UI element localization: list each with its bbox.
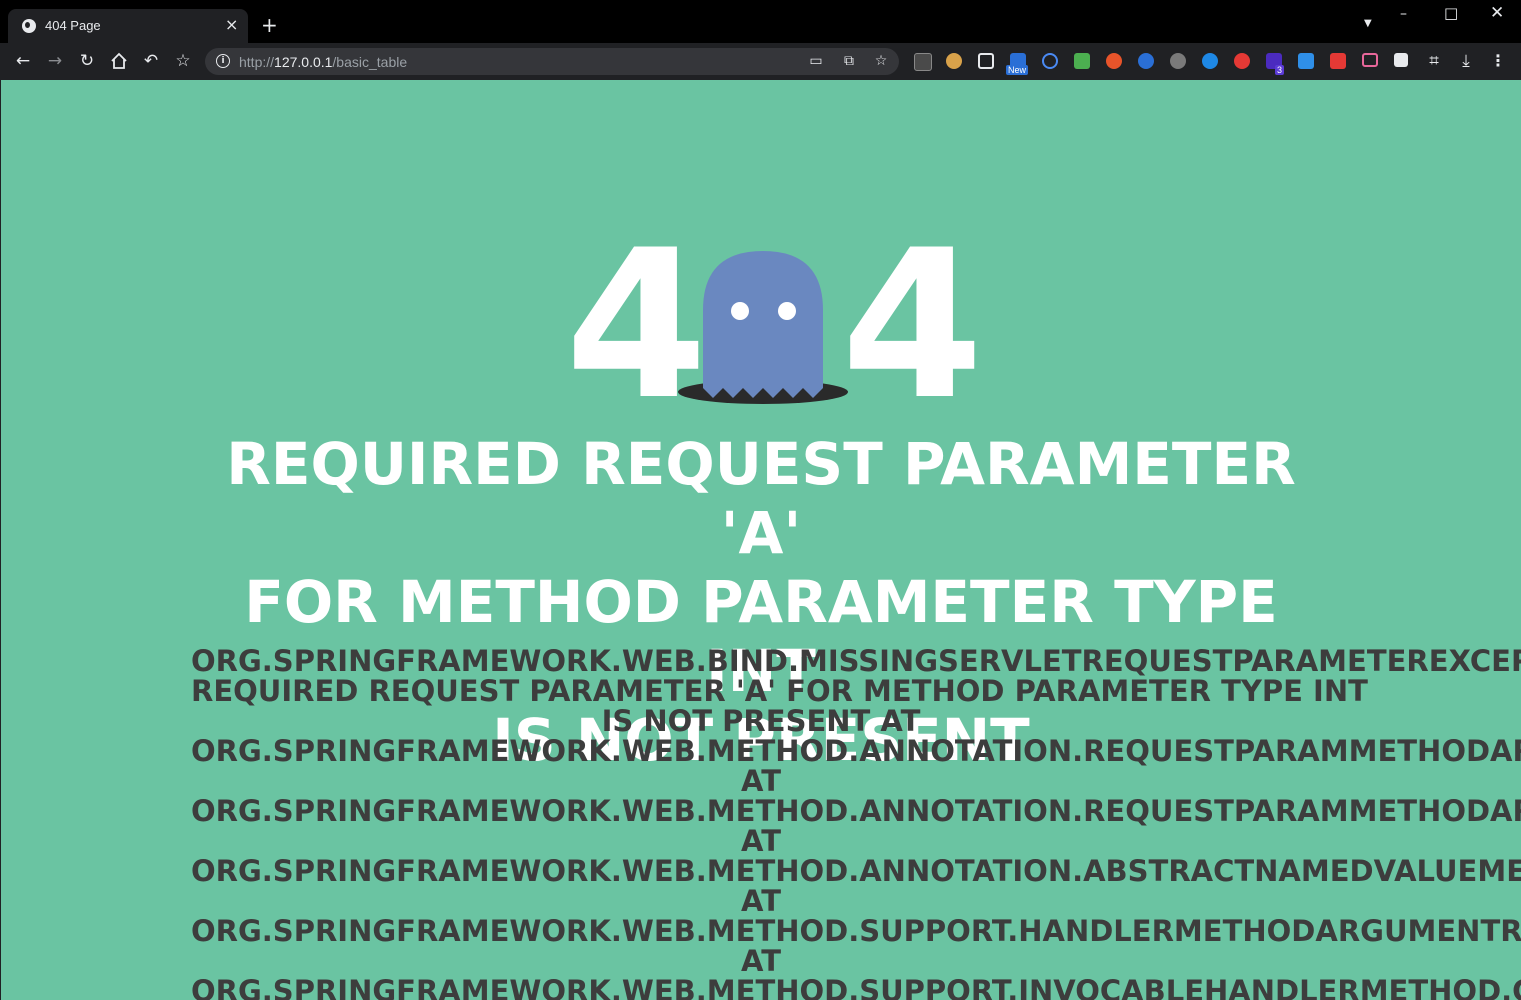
address-bar[interactable]: i http://127.0.0.1/basic_table ▭ ⧉ ☆ [205,48,899,75]
extension-tiles-icon[interactable] [1394,53,1408,67]
tab-title: 404 Page [45,18,101,33]
extension-download-icon[interactable] [1138,53,1154,69]
stack-trace-line: org.springframework.web.method.annotatio… [191,794,1521,828]
stack-trace-line: at [741,944,781,978]
extension-history-icon[interactable] [1202,53,1218,69]
stack-trace: org.springframework.web.bind.MissingServ… [191,644,1521,1000]
ghost-eye-right [778,302,796,320]
stack-trace-line: Required request parameter 'a' for metho… [191,674,1368,708]
stack-trace-line: at [741,764,781,798]
tab-close-icon[interactable]: × [225,16,238,34]
error-heading-line: Required request parameter 'a' [226,430,1296,567]
close-window-icon[interactable]: ✕ [1490,5,1504,22]
extension-grid-icon[interactable] [1074,53,1090,69]
star-icon[interactable]: ☆ [174,52,192,70]
browser-titlebar: 404 Page × + ▼ – □ ✕ [0,0,1521,43]
arrow-left-icon[interactable]: ← [14,52,32,70]
error-digit-right: 4 [841,207,984,445]
globe-icon [22,19,36,33]
translate-icon[interactable]: ⧉ [841,53,857,69]
new-tab-icon[interactable]: + [261,14,278,36]
ghost-body-icon [703,251,823,398]
extension-mouse-icon[interactable] [1170,53,1186,69]
browser-toolbar: ← → ↻ ↶ ☆ i http://127.0.0.1/basic_table… [0,43,1521,80]
extension-terminal-icon[interactable] [914,53,932,71]
stack-trace-line: org.springframework.web.method.support.I… [191,974,1521,1000]
extension-owl-icon[interactable] [946,53,962,69]
stack-trace-line: org.springframework.web.method.annotatio… [191,854,1521,888]
extension-forward-icon[interactable] [1330,53,1346,69]
error-page: 4 4 Required request parameter 'a' for m… [0,80,1521,1000]
stack-trace-line: at [741,824,781,858]
extension-tv-icon[interactable] [1362,53,1378,67]
url-text[interactable]: http://127.0.0.1/basic_table [239,54,407,70]
stack-trace-line: is not present at [601,704,921,738]
extension-check-icon[interactable] [1042,53,1058,69]
three-dots-icon[interactable]: ⋮ [1490,52,1506,70]
extension-count-badge: 3 [1275,65,1285,75]
undo-icon[interactable]: ↶ [142,52,160,70]
maximize-icon[interactable]: □ [1444,5,1458,21]
stack-trace-line: org.springframework.web.method.annotatio… [191,734,1521,768]
extension-face-icon[interactable] [978,53,994,69]
home-icon[interactable] [110,52,128,70]
arrow-right-icon[interactable]: → [46,52,64,70]
crop-icon[interactable]: ⌗ [1425,52,1443,70]
stack-trace-line: at [741,884,781,918]
extension-new-badge: New [1006,65,1029,75]
ghost-illustration [677,248,849,408]
tab-search-chevron-icon[interactable]: ▼ [1364,18,1372,29]
extension-infinity-icon[interactable] [1106,53,1122,69]
extension-hand-icon[interactable] [1234,53,1250,69]
stack-trace-line: org.springframework.web.bind.MissingServ… [191,644,1521,678]
reload-icon[interactable]: ↻ [78,52,96,70]
minimize-icon[interactable]: – [1400,6,1407,22]
browser-tab[interactable]: 404 Page × [8,9,248,43]
bookmark-star-icon[interactable]: ☆ [873,53,889,69]
ghost-eye-left [731,302,749,320]
stack-trace-line: org.springframework.web.method.support.H… [191,914,1521,948]
info-icon[interactable]: i [216,54,230,68]
cast-icon[interactable]: ▭ [808,53,824,69]
download-icon[interactable]: ⤓ [1457,52,1475,70]
extension-window-icon[interactable] [1298,53,1314,69]
